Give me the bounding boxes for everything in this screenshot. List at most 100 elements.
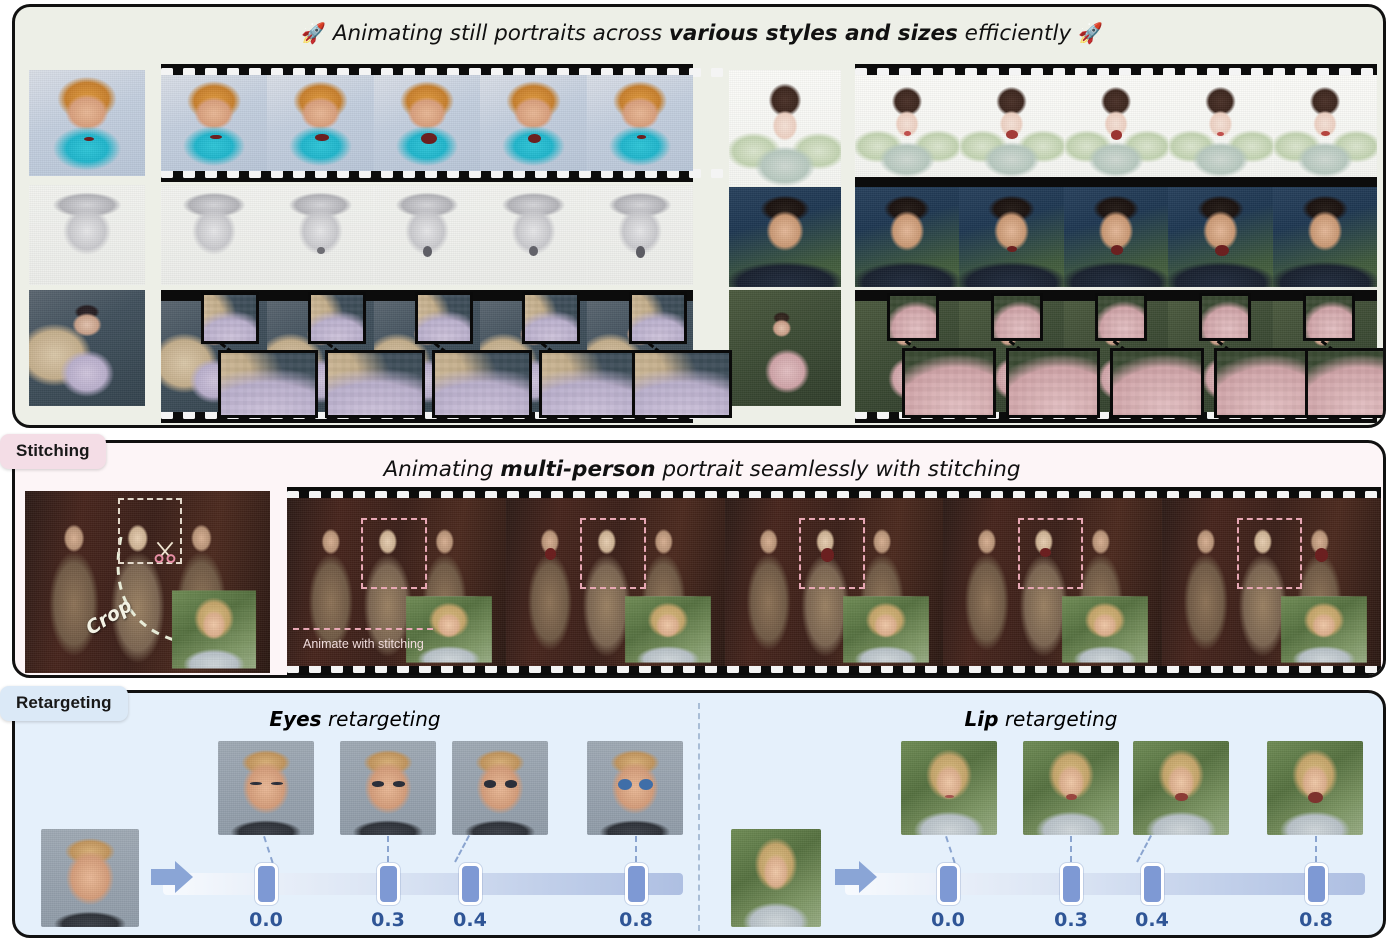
lip-source-portrait[interactable]: [731, 829, 821, 927]
video-frame[interactable]: [480, 185, 587, 285]
eyes-slider-knob[interactable]: [255, 863, 278, 905]
stitched-face-region: [798, 518, 865, 589]
lip-result-thumb[interactable]: [1023, 741, 1119, 835]
zoom-callout-detail: [1214, 348, 1308, 418]
stitched-face-region: [1236, 518, 1303, 589]
video-frame[interactable]: [586, 75, 694, 171]
lip-slider-knob[interactable]: [937, 863, 960, 905]
zoom-callout-detail: [1110, 348, 1204, 418]
eyes-slider-knob[interactable]: [625, 863, 648, 905]
video-frame[interactable]: [855, 187, 960, 287]
eyes-result-thumb[interactable]: [340, 741, 436, 835]
video-frame[interactable]: [943, 498, 1163, 666]
video-frame[interactable]: [480, 75, 587, 171]
retargeting-divider: [698, 703, 700, 931]
lip-slider-value: 0.0: [931, 909, 965, 931]
lip-thumb-connector: [1315, 836, 1317, 862]
eyes-slider-knob[interactable]: [459, 863, 482, 905]
cropped-face-box: [171, 590, 256, 669]
stitching-badge: Stitching: [0, 434, 106, 469]
lip-slider-knob[interactable]: [1060, 863, 1083, 905]
video-frame[interactable]: [161, 75, 268, 171]
lip-retargeting-title: Lip retargeting: [701, 707, 1381, 731]
eyes-result-thumb[interactable]: [587, 741, 683, 835]
reference-pink-dress-lady[interactable]: [729, 290, 841, 406]
zoom-callout-detail: [1006, 348, 1100, 418]
lip-thumb-connector: [1070, 836, 1072, 862]
eyes-slider-track[interactable]: [163, 873, 683, 895]
video-frame[interactable]: [1162, 498, 1381, 666]
scissors-icon: [154, 542, 176, 564]
zoom-callout-detail: [1305, 348, 1383, 418]
eyes-slider-knob[interactable]: [377, 863, 400, 905]
lip-result-thumb[interactable]: [1133, 741, 1229, 835]
lip-slider-track[interactable]: [845, 873, 1365, 895]
eyes-result-thumb[interactable]: [452, 741, 548, 835]
animate-with-stitching-label: Animate with stitching: [303, 637, 424, 651]
video-frame[interactable]: [505, 498, 725, 666]
video-frame[interactable]: [1272, 187, 1378, 287]
eyes-thumb-connector: [635, 836, 637, 862]
rocket-icon-right: 🚀: [1078, 21, 1103, 45]
lip-result-thumb[interactable]: [901, 741, 997, 835]
eyes-slider-value: 0.3: [371, 909, 405, 931]
video-frame[interactable]: [1063, 187, 1169, 287]
section-retargeting: Eyes retargeting Lip retargeting 0.0 0.3…: [12, 690, 1386, 938]
stitched-face-region: [580, 518, 646, 589]
figure-root: 🚀 Animating still portraits across vario…: [0, 0, 1398, 942]
driving-face-inset: [1281, 596, 1367, 664]
video-frame[interactable]: [1168, 75, 1273, 177]
zoom-callout-source: [1199, 293, 1251, 341]
retargeting-badge: Retargeting: [0, 686, 128, 721]
video-frame[interactable]: [724, 498, 944, 666]
zoom-callout-source: [415, 292, 473, 344]
film-strip-painterly-girl: [161, 64, 723, 182]
reference-marble-statue[interactable]: [29, 185, 145, 285]
lip-thumb-connector: [1136, 835, 1152, 863]
stitched-face-region: [1017, 518, 1084, 589]
zoom-callout-detail: [632, 350, 732, 418]
video-frame[interactable]: [161, 185, 268, 285]
stitching-source-photo[interactable]: Crop: [25, 491, 270, 673]
video-frame[interactable]: [267, 75, 374, 171]
video-frame[interactable]: [373, 185, 481, 285]
zoom-callout-source: [201, 292, 259, 344]
zoom-callout-detail: [902, 348, 996, 418]
sprocket-hole: [1383, 410, 1386, 419]
video-frame[interactable]: [1272, 75, 1378, 177]
stitching-title-suffix: portrait seamlessly with stitching: [655, 457, 1021, 482]
reference-painterly-girl[interactable]: [29, 70, 145, 176]
lip-slider-value: 0.3: [1054, 909, 1088, 931]
zoom-callout-detail: [539, 350, 639, 418]
frame-row: [287, 498, 1381, 666]
eyes-title-suffix: retargeting: [321, 707, 441, 731]
stitching-title-bold: multi-person: [500, 457, 656, 482]
lip-slider-knob[interactable]: [1305, 863, 1328, 905]
eyes-result-thumb[interactable]: [218, 741, 314, 835]
zoom-callout-source: [522, 292, 580, 344]
video-frame[interactable]: [1168, 187, 1273, 287]
section-various-styles: 🚀 Animating still portraits across vario…: [12, 4, 1386, 428]
video-frame[interactable]: [959, 75, 1064, 177]
stitching-section-title: Animating multi-person portrait seamless…: [15, 457, 1383, 482]
video-frame[interactable]: [959, 187, 1064, 287]
video-frame[interactable]: [1063, 75, 1169, 177]
video-frame[interactable]: [267, 185, 374, 285]
eyes-source-portrait[interactable]: [41, 829, 139, 927]
eyes-title-bold: Eyes: [269, 707, 322, 731]
video-frame[interactable]: [373, 75, 481, 171]
lip-slider-value: 0.4: [1135, 909, 1169, 931]
lip-title-bold: Lip: [964, 707, 999, 731]
video-frame[interactable]: [586, 185, 694, 285]
sprocket-hole: [711, 169, 723, 178]
eyes-slider-value: 0.4: [453, 909, 487, 931]
section-stitching: Animating multi-person portrait seamless…: [12, 440, 1386, 678]
eyes-thumb-connector: [454, 835, 470, 863]
lip-slider-knob[interactable]: [1141, 863, 1164, 905]
reference-armchair-lady[interactable]: [29, 290, 145, 406]
driving-face-inset: [843, 596, 930, 664]
lip-result-thumb[interactable]: [1267, 741, 1363, 835]
video-frame[interactable]: [855, 75, 960, 177]
reference-asian-man[interactable]: [729, 187, 841, 287]
reference-anime-girl[interactable]: [729, 70, 841, 186]
